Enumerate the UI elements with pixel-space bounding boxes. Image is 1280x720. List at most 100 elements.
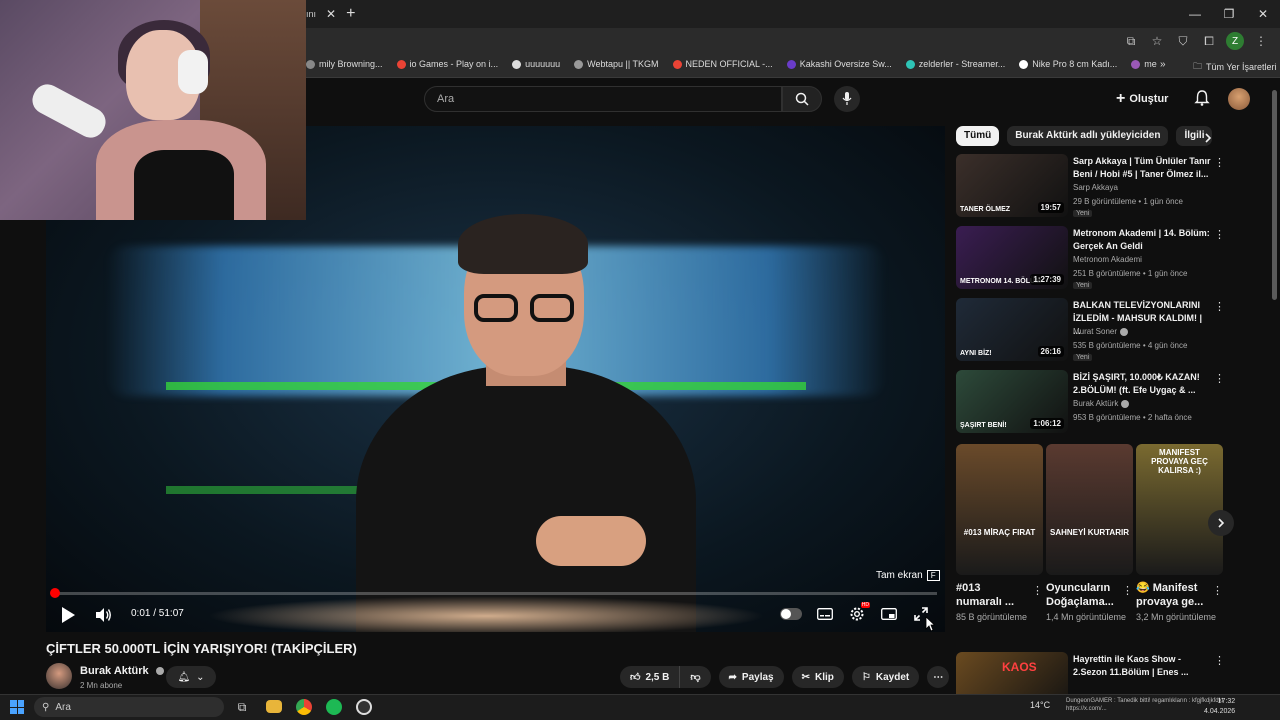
- settings-gear-icon[interactable]: HD: [848, 602, 870, 623]
- shorts-next-button[interactable]: [1208, 510, 1234, 536]
- short-item[interactable]: #013 MİRAÇ FIRAT #013 numaralı ... 85 B gö…: [956, 444, 1043, 624]
- short-thumbnail-caption: #013 MİRAÇ FIRAT: [963, 528, 1036, 537]
- short-item[interactable]: SAHNEYİ KURTARIR Oyuncuların Doğaçlama...…: [1046, 444, 1133, 624]
- headphones: [178, 50, 208, 94]
- search-button[interactable]: [782, 86, 822, 112]
- more-vertical-icon[interactable]: ⋮: [1214, 300, 1225, 313]
- mouse-cursor-icon: [925, 616, 935, 632]
- chrome-icon[interactable]: [296, 699, 312, 715]
- bookmark-item[interactable]: me: [1131, 59, 1157, 69]
- like-button[interactable]: 👍︎ 2,5 B: [620, 666, 681, 688]
- scrollbar[interactable]: [1272, 90, 1277, 300]
- short-title: 😂 Manifest provaya ge...: [1136, 582, 1204, 608]
- taskbar-clock[interactable]: 17:32 4.04.2026: [1204, 697, 1235, 717]
- more-vertical-icon[interactable]: ⋮: [1214, 654, 1225, 667]
- recommendation-channel[interactable]: Murat Soner: [1073, 327, 1129, 336]
- new-badge: Yeni: [1073, 210, 1093, 217]
- bookmark-favicon-icon: [306, 59, 315, 69]
- recommendation-item[interactable]: TANER ÖLMEZ 19:57 Sarp Akkaya | Tüm Ünlüle…: [956, 154, 1226, 220]
- bookmark-item[interactable]: NEDEN OFFICIAL -...: [672, 59, 773, 69]
- autoplay-toggle[interactable]: [780, 608, 802, 620]
- cast-icon[interactable]: ⧉: [1122, 32, 1140, 50]
- shield-icon[interactable]: ⛉: [1174, 32, 1192, 50]
- bookmark-star-icon[interactable]: ☆: [1148, 32, 1166, 50]
- short-thumbnail: #013 MİRAÇ FIRAT: [956, 444, 1043, 575]
- scissors-icon: ✂: [801, 671, 810, 683]
- chip-from-uploader[interactable]: Burak Aktürk adlı yükleyiciden: [1007, 126, 1169, 146]
- all-bookmarks-button[interactable]: 🗀 Tüm Yer İşaretleri: [1193, 59, 1277, 75]
- channel-avatar[interactable]: [46, 663, 72, 689]
- share-button[interactable]: ➦ Paylaş: [718, 666, 784, 688]
- recommendation-item[interactable]: ŞAŞIRT BENİ! 1:06:12 BİZİ ŞAŞIRT, 10.000₺ …: [956, 370, 1226, 436]
- chip-all[interactable]: Tümü: [956, 126, 1000, 146]
- recommendation-title: Sarp Akkaya | Tüm Ünlüler Tanır Beni / H…: [1073, 156, 1211, 179]
- dislike-button[interactable]: 👎︎: [680, 666, 711, 688]
- taskbar-weather[interactable]: 14°C: [1030, 700, 1050, 710]
- more-vertical-icon[interactable]: ⋮: [1214, 156, 1225, 169]
- more-vertical-icon[interactable]: ⋮: [1122, 584, 1133, 597]
- short-title: Oyuncuların Doğaçlama...: [1046, 582, 1114, 608]
- short-item[interactable]: MANIFEST PROVAYA GEÇ KALIRSA :) 😂 Manifes…: [1136, 444, 1223, 624]
- more-vertical-icon[interactable]: ⋮: [1032, 584, 1043, 597]
- more-actions-button[interactable]: ⋯: [927, 666, 950, 688]
- presenter-hair: [458, 214, 588, 274]
- account-avatar[interactable]: [1228, 88, 1250, 110]
- browser-menu-icon[interactable]: ⋮: [1252, 32, 1270, 50]
- spotify-icon[interactable]: [326, 699, 342, 715]
- taskbar-search[interactable]: ⚲ Ara: [34, 697, 224, 717]
- extensions-icon[interactable]: ⧠: [1200, 32, 1218, 50]
- bookmark-item[interactable]: Nike Pro 8 cm Kadı...: [1019, 59, 1117, 69]
- file-explorer-icon[interactable]: [266, 700, 282, 713]
- minimize-icon[interactable]: —: [1178, 0, 1212, 28]
- profile-icon[interactable]: Z: [1226, 32, 1244, 50]
- obs-icon[interactable]: [356, 699, 372, 715]
- tab-close-icon[interactable]: ✕: [326, 7, 336, 21]
- channel-name: Murat Soner: [1073, 327, 1118, 336]
- subscriber-count: 2 Mn abone: [80, 681, 123, 690]
- browser-tab[interactable]: ını ✕ +: [306, 4, 355, 24]
- task-view-icon[interactable]: ⧉: [232, 697, 252, 717]
- bookmark-item[interactable]: Webtapu || TKGM: [574, 59, 659, 69]
- channel-name: Sarp Akkaya: [1073, 183, 1118, 192]
- windows-start-icon[interactable]: [10, 700, 24, 714]
- subscribed-notification-button[interactable]: 🔔︎ ⌄: [166, 666, 216, 688]
- bookmark-item[interactable]: mily Browning...: [306, 59, 383, 69]
- more-vertical-icon[interactable]: ⋮: [1214, 372, 1225, 385]
- channel-name-link[interactable]: Burak Aktürk: [80, 665, 164, 677]
- clock-time: 17:32: [1217, 698, 1236, 705]
- search-input[interactable]: Ara: [424, 86, 782, 112]
- bookmark-item[interactable]: uuuuuuu: [512, 59, 560, 69]
- new-tab-icon[interactable]: +: [346, 5, 355, 23]
- voice-search-button[interactable]: [834, 86, 860, 112]
- short-thumbnail: SAHNEYİ KURTARIR: [1046, 444, 1133, 575]
- recommendation-channel[interactable]: Sarp Akkaya: [1073, 183, 1118, 192]
- bookmark-item[interactable]: Kakashi Oversize Sw...: [786, 59, 892, 69]
- play-icon[interactable]: [60, 606, 76, 624]
- save-button[interactable]: ⚐ Kaydet: [851, 666, 920, 688]
- progress-bar[interactable]: [54, 592, 937, 595]
- verified-check-icon: [1121, 399, 1130, 408]
- volume-icon[interactable]: [94, 606, 112, 624]
- bell-icon: 🔔︎: [177, 671, 191, 683]
- create-button[interactable]: + Oluştur: [1116, 88, 1168, 110]
- miniplayer-icon[interactable]: [880, 605, 898, 623]
- recommendation-item[interactable]: AYNI BİZ! 26:16 BALKAN TELEVİZYONLARINI İZ…: [956, 298, 1226, 364]
- close-window-icon[interactable]: ✕: [1246, 0, 1280, 28]
- clip-label: Klip: [815, 671, 834, 683]
- subtitles-icon[interactable]: [816, 605, 834, 623]
- recommendation-channel[interactable]: Burak Aktürk: [1073, 399, 1130, 408]
- bookmark-item[interactable]: io Games - Play on i...: [396, 59, 498, 69]
- more-vertical-icon[interactable]: ⋮: [1214, 228, 1225, 241]
- bookmark-item[interactable]: zelderler - Streamer...: [905, 59, 1005, 69]
- thumbnail-caption: METRONOM 14. BÖLÜM: [960, 278, 1041, 285]
- restore-icon[interactable]: ❐: [1212, 0, 1246, 28]
- recommendation-channel[interactable]: Metronom Akademi: [1073, 255, 1142, 264]
- chevron-right-icon[interactable]: [1202, 132, 1214, 144]
- more-vertical-icon[interactable]: ⋮: [1212, 584, 1223, 597]
- recommendation-item[interactable]: METRONOM 14. BÖLÜM 1:27:39 Metronom Akadem…: [956, 226, 1226, 292]
- bookmark-favicon-icon: [1131, 59, 1141, 69]
- notifications-bell-icon[interactable]: [1193, 89, 1211, 107]
- progress-scrubber[interactable]: [50, 588, 60, 598]
- bookmarks-overflow-icon[interactable]: »: [1160, 59, 1166, 70]
- clip-button[interactable]: ✂ Klip: [791, 666, 844, 688]
